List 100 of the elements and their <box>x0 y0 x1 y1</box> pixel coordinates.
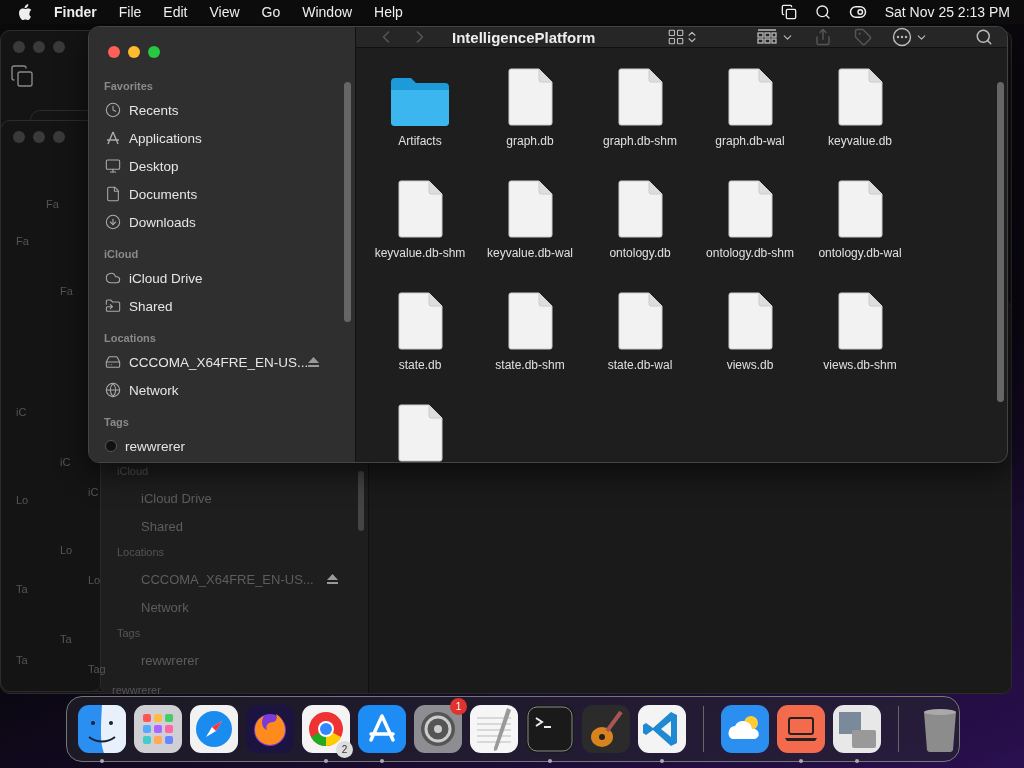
sidebar-header: Locations <box>104 332 156 344</box>
document-icon[interactable] <box>727 68 773 126</box>
menu-item[interactable]: Edit <box>163 4 188 20</box>
monitor-icon <box>105 158 121 174</box>
window-title: IntelligencePlatform <box>452 28 596 46</box>
document-icon[interactable] <box>727 180 773 238</box>
document-icon[interactable] <box>837 180 883 238</box>
download-icon <box>105 214 121 230</box>
document-icon <box>105 186 121 202</box>
section-label: iC <box>88 486 99 498</box>
sidebar-item[interactable]: Recents <box>129 102 179 118</box>
close-button[interactable] <box>108 46 120 58</box>
sidebar-item[interactable]: Downloads <box>129 214 196 230</box>
guitar-icon[interactable] <box>581 704 631 754</box>
file-name[interactable]: graph.db <box>506 134 554 148</box>
sidebar-item[interactable]: rewwrerer <box>125 438 185 454</box>
document-icon[interactable] <box>617 68 663 126</box>
folder-icon[interactable] <box>389 76 451 126</box>
control-center-icon[interactable] <box>848 3 867 21</box>
code-ribbon-icon[interactable] <box>637 704 687 754</box>
menu-item[interactable]: Window <box>302 4 353 20</box>
minimize-button[interactable] <box>128 46 140 58</box>
file-name[interactable]: views.db <box>726 358 774 372</box>
file-name[interactable]: graph.db-wal <box>715 134 785 148</box>
sidebar-header: Favorites <box>104 80 153 92</box>
drive-window-icon[interactable] <box>832 704 882 754</box>
file-name[interactable]: state.db-shm <box>495 358 565 372</box>
section-label: iC <box>16 406 27 418</box>
section-label: iC <box>60 456 71 468</box>
search-icon[interactable] <box>814 4 831 20</box>
more-icon[interactable] <box>892 27 913 47</box>
clock[interactable]: Sat Nov 25 2:13 PM <box>884 4 1010 20</box>
document-icon[interactable] <box>837 68 883 126</box>
sidebar-item[interactable]: Desktop <box>129 158 179 174</box>
smiling-face-app-icon[interactable] <box>77 704 127 754</box>
document-icon[interactable] <box>397 404 443 462</box>
sidebar-header: Tags <box>104 416 129 428</box>
zoom-button[interactable] <box>148 46 160 58</box>
sidebar-item[interactable]: CCCOMA_X64FRE_EN-US... <box>129 354 309 370</box>
menu-item[interactable]: File <box>118 4 142 20</box>
file-name[interactable]: ontology.db-shm <box>706 246 794 260</box>
compass-icon[interactable] <box>189 704 239 754</box>
sidebar-item[interactable]: Applications <box>129 130 202 146</box>
sidebar-item[interactable]: iCloud Drive <box>129 270 203 286</box>
laptop-icon[interactable] <box>776 704 826 754</box>
letter-a-app-icon[interactable] <box>357 704 407 754</box>
file-name[interactable]: Artifacts <box>398 134 442 148</box>
document-icon[interactable] <box>507 68 553 126</box>
section-label: Lo <box>60 544 73 556</box>
menu-item[interactable]: Help <box>374 4 403 20</box>
file-name[interactable]: views.db-shm <box>823 358 897 372</box>
apple-icon[interactable] <box>18 3 32 21</box>
section-label: Lo <box>88 574 101 586</box>
file-name[interactable]: keyvalue.db-shm <box>374 246 466 260</box>
section-label: Ta <box>60 633 72 645</box>
gear-icon[interactable] <box>413 704 463 754</box>
document-icon[interactable] <box>617 180 663 238</box>
notepad-pen-icon[interactable] <box>469 704 519 754</box>
app-grid-icon[interactable] <box>133 704 183 754</box>
file-name[interactable]: ontology.db-wal <box>818 246 902 260</box>
document-icon[interactable] <box>397 292 443 350</box>
document-icon[interactable] <box>507 292 553 350</box>
file-name[interactable]: graph.db-shm <box>602 134 677 148</box>
document-icon[interactable] <box>617 292 663 350</box>
clock-icon <box>105 102 121 118</box>
section-label: Ta <box>16 583 28 595</box>
scrollbar[interactable] <box>997 82 1004 402</box>
file-name[interactable]: ontology.db <box>609 246 671 260</box>
section-label: Ta <box>16 654 28 666</box>
group-icon[interactable] <box>757 29 778 45</box>
menu-item[interactable]: View <box>209 4 240 20</box>
grid-view-icon[interactable] <box>667 28 686 46</box>
section-label: Fa <box>46 198 59 210</box>
eject-icon[interactable] <box>308 357 319 367</box>
eject-icon[interactable] <box>327 574 338 584</box>
cloud-sun-icon[interactable] <box>720 704 770 754</box>
document-icon[interactable] <box>837 292 883 350</box>
circle-app-icon[interactable] <box>301 704 351 754</box>
app-menu[interactable]: Finder <box>54 4 97 20</box>
terminal-icon[interactable] <box>525 704 575 754</box>
windows-icon[interactable] <box>780 4 797 20</box>
scrollbar[interactable] <box>344 82 351 322</box>
section-label: Tag <box>88 663 106 675</box>
fox-globe-icon[interactable] <box>245 704 295 754</box>
sidebar-item[interactable]: Documents <box>129 186 198 202</box>
file-name[interactable]: state.db-wal <box>607 358 673 372</box>
file-name[interactable]: keyvalue.db-wal <box>486 246 573 260</box>
copy-icon[interactable] <box>10 64 34 88</box>
sidebar-header: iCloud <box>104 248 139 260</box>
sidebar-item[interactable]: Shared <box>129 298 173 314</box>
search-icon[interactable] <box>975 28 993 46</box>
document-icon[interactable] <box>397 180 443 238</box>
file-name[interactable]: keyvalue.db <box>827 134 892 148</box>
file-name[interactable]: state.db <box>398 358 442 372</box>
sidebar-item[interactable]: Network <box>129 382 179 398</box>
section-label: Fa <box>60 285 73 297</box>
document-icon[interactable] <box>507 180 553 238</box>
menu-item[interactable]: Go <box>261 4 281 20</box>
scrollbar[interactable] <box>358 471 364 531</box>
document-icon[interactable] <box>727 292 773 350</box>
